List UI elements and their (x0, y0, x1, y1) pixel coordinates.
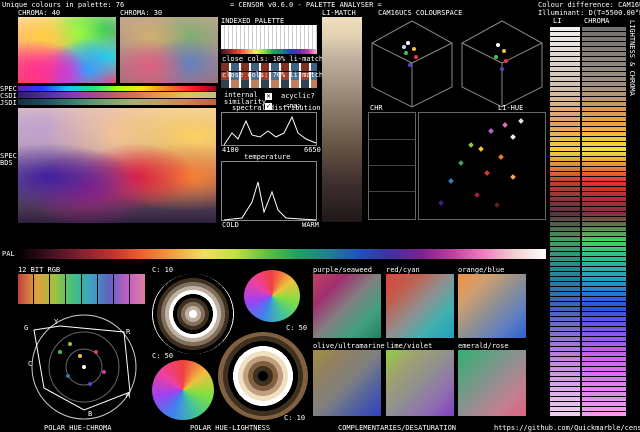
close-cols-70-label: close cols: 70% li-match (222, 71, 324, 79)
comp-title-lime-violet: lime/violet (386, 342, 433, 350)
temperature-label: temperature (244, 153, 291, 161)
li-match-label: LI-MATCH (322, 9, 356, 17)
rgb-12bit-grid (18, 274, 146, 304)
temperature-curve (223, 181, 317, 221)
cam16ucs-cube-left (368, 17, 456, 109)
comp-title-red-cyan: red/cyan (386, 266, 420, 274)
hue-letter-r: R (126, 328, 131, 336)
lightness-bars (550, 26, 580, 416)
cam16ucs-label: CAM16UCS COLOURSPACE (378, 9, 463, 17)
temperature-graph (221, 161, 317, 221)
illuminant-label: Illuminant: D(T=5500.00°K) (538, 9, 640, 17)
hue-letter-c: C (28, 360, 33, 368)
chroma-40-label: CHROMA: 40 (18, 9, 61, 17)
comp-title-orange-blue: orange/blue (458, 266, 505, 274)
hue-chroma-c50 (244, 270, 300, 322)
comp-map-olive-ultramarine (313, 350, 381, 416)
comp-title-emerald-rose: emerald/rose (458, 342, 509, 350)
indexed-palette-label: INDEXED PALETTE (221, 17, 285, 25)
c50-label-b: C: 50 (152, 352, 174, 360)
polar-hue-chroma-label: POLAR HUE-CHROMA (44, 424, 112, 432)
lightness-chroma-label: LIGHTNESS & CHROMA (628, 20, 636, 96)
jsdi-label: JSDI (0, 99, 17, 107)
csdi-strip (18, 92, 216, 98)
hue-letter-y: Y (54, 318, 59, 326)
c10-label-b: C: 10 (284, 414, 306, 422)
chroma-30-map (120, 17, 218, 83)
comp-map-emerald-rose (458, 350, 526, 416)
hue-letter-b: B (88, 410, 93, 418)
indexed-palette-row (221, 49, 317, 54)
wavelength-end: 6650 (304, 146, 321, 154)
polar-hue-lightness-label: POLAR HUE-LIGHTNESS (190, 424, 271, 432)
li-match-strip (322, 17, 362, 222)
spectral-distribution-label: spectral distribution (232, 104, 321, 112)
github-url[interactable]: https://github.com/Quickmarble/censor (494, 424, 640, 432)
chr-plot (368, 112, 416, 220)
indexed-palette-grid[interactable] (221, 25, 317, 49)
chroma-bars (582, 26, 626, 416)
jsdi-strip (18, 99, 216, 105)
comp-map-red-cyan (386, 274, 454, 338)
complementaries-label: COMPLEMENTARIES/DESATURATION (338, 424, 457, 432)
cold-label: COLD (222, 221, 239, 229)
palette-strip[interactable] (18, 249, 546, 259)
bds-label: BDS (0, 159, 13, 167)
li-hue-plot (418, 112, 546, 220)
spectral-curve (223, 115, 317, 146)
comp-map-lime-violet (386, 350, 454, 416)
li-hue-label: LI-HUE (498, 104, 524, 112)
chroma-header: CHROMA (584, 17, 610, 25)
hue-letter-g: G (24, 324, 29, 332)
spectrum-strip (18, 86, 216, 91)
c10-label-a: C: 10 (152, 266, 174, 274)
chroma-40-map (18, 17, 116, 83)
comp-title-olive-ultramarine: olive/ultramarine (313, 342, 385, 350)
internal-similarity-check[interactable]: ✕ (265, 93, 272, 100)
spec-bds-map (18, 108, 216, 223)
wavelength-start: 4100 (222, 146, 239, 154)
acyclic-label: acyclic? (281, 92, 315, 100)
warm-label: WARM (302, 221, 319, 229)
cam16ucs-cube-right (458, 17, 546, 109)
pal-label: PAL (2, 250, 15, 258)
bit12-label: 12 BIT RGB (18, 266, 61, 274)
close-cols-10-label: close cols: 10% li-match (222, 55, 324, 63)
c50-label-a: C: 50 (286, 324, 308, 332)
comp-map-orange-blue (458, 274, 526, 338)
hue-lightness-c10-b (218, 332, 308, 420)
close-cols-70-swatches (221, 80, 317, 88)
li-header: LI (553, 17, 562, 25)
close-cols-10-swatches (221, 63, 317, 71)
chroma-30-label: CHROMA: 30 (120, 9, 163, 17)
chr-label: CHR (370, 104, 383, 112)
hue-lightness-c50 (152, 360, 214, 420)
app-title: = CENSOR v0.6.0 - PALETTE ANALYSER = (230, 1, 382, 9)
hue-letter-m: M (126, 392, 131, 400)
hue-lightness-c10 (152, 274, 234, 354)
comp-title-purple-seaweed: purple/seaweed (313, 266, 373, 274)
comp-map-purple-seaweed (313, 274, 381, 338)
colour-difference-label: Colour difference: CAM16UCS (538, 1, 640, 9)
unique-colours-label: Unique colours in palette: 76 (2, 1, 125, 9)
spectral-distribution-graph (221, 112, 317, 146)
